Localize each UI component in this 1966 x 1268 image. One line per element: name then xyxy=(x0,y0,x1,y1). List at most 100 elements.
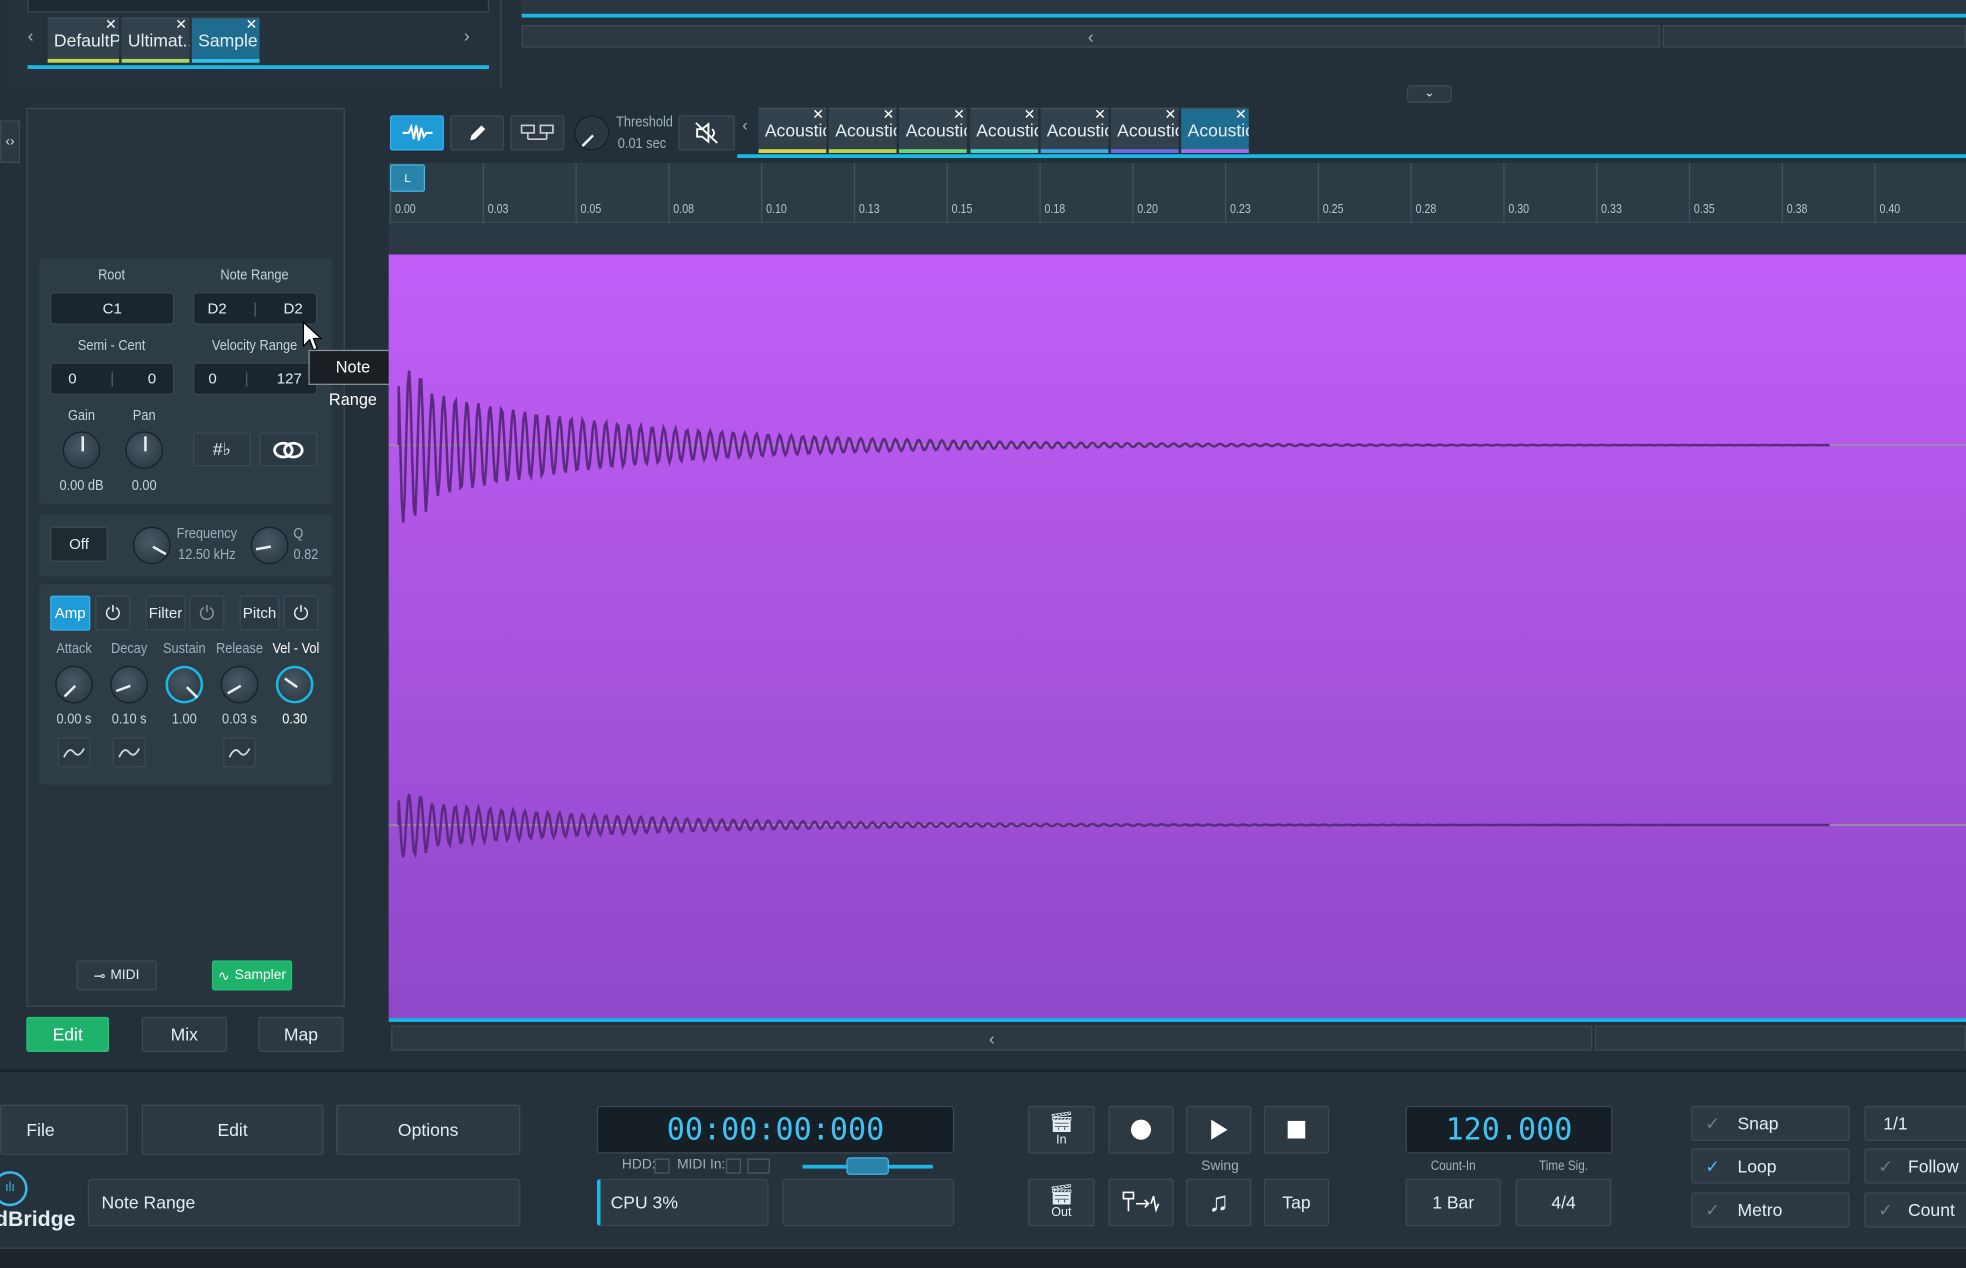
velocity-low[interactable]: 0 xyxy=(208,370,216,388)
pitch-power-button[interactable]: ⏻ xyxy=(283,595,319,631)
waveform-display xyxy=(388,370,1966,859)
close-icon[interactable]: ✕ xyxy=(812,109,824,123)
note-range-high[interactable]: D2 xyxy=(284,300,303,318)
punch-out-button[interactable]: 🎬︎ Out xyxy=(1028,1178,1095,1227)
amp-envelope-tab[interactable]: Amp xyxy=(50,595,91,631)
close-icon[interactable]: ✕ xyxy=(245,19,257,33)
release-knob[interactable] xyxy=(220,665,259,704)
root-value[interactable]: C1 xyxy=(103,300,122,318)
waveform-tool-button[interactable] xyxy=(389,115,444,151)
side-panel-toggle[interactable]: ‹› xyxy=(0,120,21,163)
stop-button[interactable] xyxy=(1263,1105,1330,1154)
pencil-tool-button[interactable] xyxy=(450,115,505,151)
threshold-knob[interactable] xyxy=(574,115,610,151)
close-icon[interactable]: ✕ xyxy=(105,19,117,33)
sample-tabs-left-arrow[interactable]: ‹ xyxy=(742,115,757,145)
slice-tool-button[interactable] xyxy=(510,115,565,151)
gain-knob[interactable] xyxy=(62,431,101,469)
follow-toggle[interactable]: ✓ Follow xyxy=(1864,1148,1966,1184)
check-icon: ✓ xyxy=(1705,1155,1720,1176)
mute-button[interactable] xyxy=(678,115,735,151)
filter-power-button[interactable]: ⏻ xyxy=(189,595,225,631)
cent-value[interactable]: 0 xyxy=(148,370,156,388)
decay-knob[interactable] xyxy=(110,665,148,704)
loop-toggle[interactable]: ✓ Loop xyxy=(1691,1148,1850,1184)
count-toggle[interactable]: ✓ Count xyxy=(1864,1192,1966,1228)
midi-button[interactable]: ⊸ MIDI xyxy=(76,960,157,991)
pitch-envelope-tab[interactable]: Pitch xyxy=(239,595,280,631)
mix-mode-tab[interactable]: Mix xyxy=(141,1016,227,1052)
note-range-field[interactable]: D2 | D2 xyxy=(193,292,318,325)
master-volume-handle[interactable] xyxy=(846,1157,889,1175)
velocity-high[interactable]: 127 xyxy=(277,370,302,388)
close-icon[interactable]: ✕ xyxy=(1235,109,1247,123)
snap-toggle[interactable]: ✓ Snap xyxy=(1691,1105,1850,1141)
close-icon[interactable]: ✕ xyxy=(1165,109,1177,123)
count-in-selector[interactable]: 1 Bar xyxy=(1405,1178,1501,1227)
options-menu[interactable]: Options xyxy=(336,1104,521,1155)
sample-tab[interactable]: Acoustic...✕ xyxy=(1110,107,1179,153)
close-icon[interactable]: ✕ xyxy=(1024,109,1036,123)
browser-tab[interactable]: DefaultP...✕ xyxy=(47,17,120,63)
browser-tab[interactable]: Sample ✕ xyxy=(191,17,260,63)
vel-vol-knob[interactable] xyxy=(275,665,314,704)
semi-cent-field[interactable]: 0 | 0 xyxy=(50,362,175,395)
metronome-button[interactable]: ♫ xyxy=(1186,1178,1252,1227)
edit-menu[interactable]: Edit xyxy=(141,1104,324,1155)
sampler-button[interactable]: ∿ Sampler xyxy=(211,960,293,991)
sustain-knob[interactable] xyxy=(165,665,204,704)
tempo-display[interactable]: 120.000 xyxy=(1405,1105,1613,1154)
editor-scrollbar[interactable]: ‹ xyxy=(391,1025,1593,1051)
metro-toggle[interactable]: ✓ Metro xyxy=(1691,1192,1850,1228)
time-ruler[interactable] xyxy=(388,162,1966,224)
browser-tab-right-arrow[interactable]: › xyxy=(464,25,484,55)
close-icon[interactable]: ✕ xyxy=(953,109,965,123)
arrangement-scrollbar-thumb[interactable] xyxy=(1662,25,1966,48)
sample-tab[interactable]: Acoustic...✕ xyxy=(899,107,968,153)
record-button[interactable] xyxy=(1108,1105,1174,1154)
decay-curve-button[interactable] xyxy=(112,737,146,768)
map-mode-tab[interactable]: Map xyxy=(258,1016,344,1052)
edit-mode-tab[interactable]: Edit xyxy=(26,1016,110,1052)
sample-tab[interactable]: Acoustic...✕ xyxy=(1040,107,1109,153)
link-button[interactable] xyxy=(259,432,318,467)
sample-tab[interactable]: Acoustic...✕ xyxy=(969,107,1038,153)
app-window: ‹ › DefaultP...✕Ultimat...✕Sample✕ ‹ ⌄ ‹… xyxy=(0,0,1966,1268)
quantize-selector[interactable]: 1/1 xyxy=(1864,1105,1966,1141)
loop-to-sample-button[interactable] xyxy=(1108,1178,1174,1227)
attack-curve-button[interactable] xyxy=(57,737,91,768)
close-icon[interactable]: ✕ xyxy=(1094,109,1106,123)
velocity-range-field[interactable]: 0 | 127 xyxy=(193,362,318,395)
file-menu[interactable]: File xyxy=(0,1104,128,1155)
browser-tab-left-arrow[interactable]: ‹ xyxy=(28,25,48,55)
punch-in-button[interactable]: 🎬︎ In xyxy=(1028,1105,1095,1154)
loop-marker[interactable]: L xyxy=(389,164,426,192)
release-curve-button[interactable] xyxy=(223,737,256,768)
sample-tab[interactable]: Acoustic...✕ xyxy=(1181,107,1250,153)
play-button[interactable] xyxy=(1186,1105,1252,1154)
pan-knob[interactable] xyxy=(125,431,163,469)
semi-value[interactable]: 0 xyxy=(68,370,76,388)
tap-button[interactable]: Tap xyxy=(1263,1178,1330,1227)
amp-power-button[interactable]: ⏻ xyxy=(95,595,131,631)
sharp-flat-button[interactable]: #♭ xyxy=(193,432,251,467)
note-range-low[interactable]: D2 xyxy=(208,300,227,318)
filter-off-button[interactable]: Off xyxy=(50,526,108,562)
filter-envelope-tab[interactable]: Filter xyxy=(145,595,186,631)
browser-tab[interactable]: Ultimat...✕ xyxy=(121,17,190,63)
sample-tab[interactable]: Acoustic...✕ xyxy=(829,107,897,153)
q-knob[interactable] xyxy=(250,526,289,565)
velocity-range-label: Velocity Range xyxy=(211,336,298,354)
editor-scrollbar-thumb[interactable] xyxy=(1594,1025,1966,1051)
sample-tab[interactable]: Acoustic...✕ xyxy=(758,107,827,153)
frequency-knob[interactable] xyxy=(132,526,171,565)
time-sig-selector[interactable]: 4/4 xyxy=(1515,1178,1612,1227)
time-display[interactable]: 00:00:00:000 xyxy=(596,1105,955,1154)
arrangement-scrollbar[interactable]: ‹ xyxy=(521,25,1661,48)
attack-knob[interactable] xyxy=(55,665,93,704)
close-icon[interactable]: ✕ xyxy=(883,109,895,123)
root-field[interactable]: C1 xyxy=(50,292,175,325)
collapse-chevron-icon[interactable]: ⌄ xyxy=(1406,85,1452,103)
close-icon[interactable]: ✕ xyxy=(175,19,187,33)
waveform-area[interactable] xyxy=(388,254,1966,1019)
